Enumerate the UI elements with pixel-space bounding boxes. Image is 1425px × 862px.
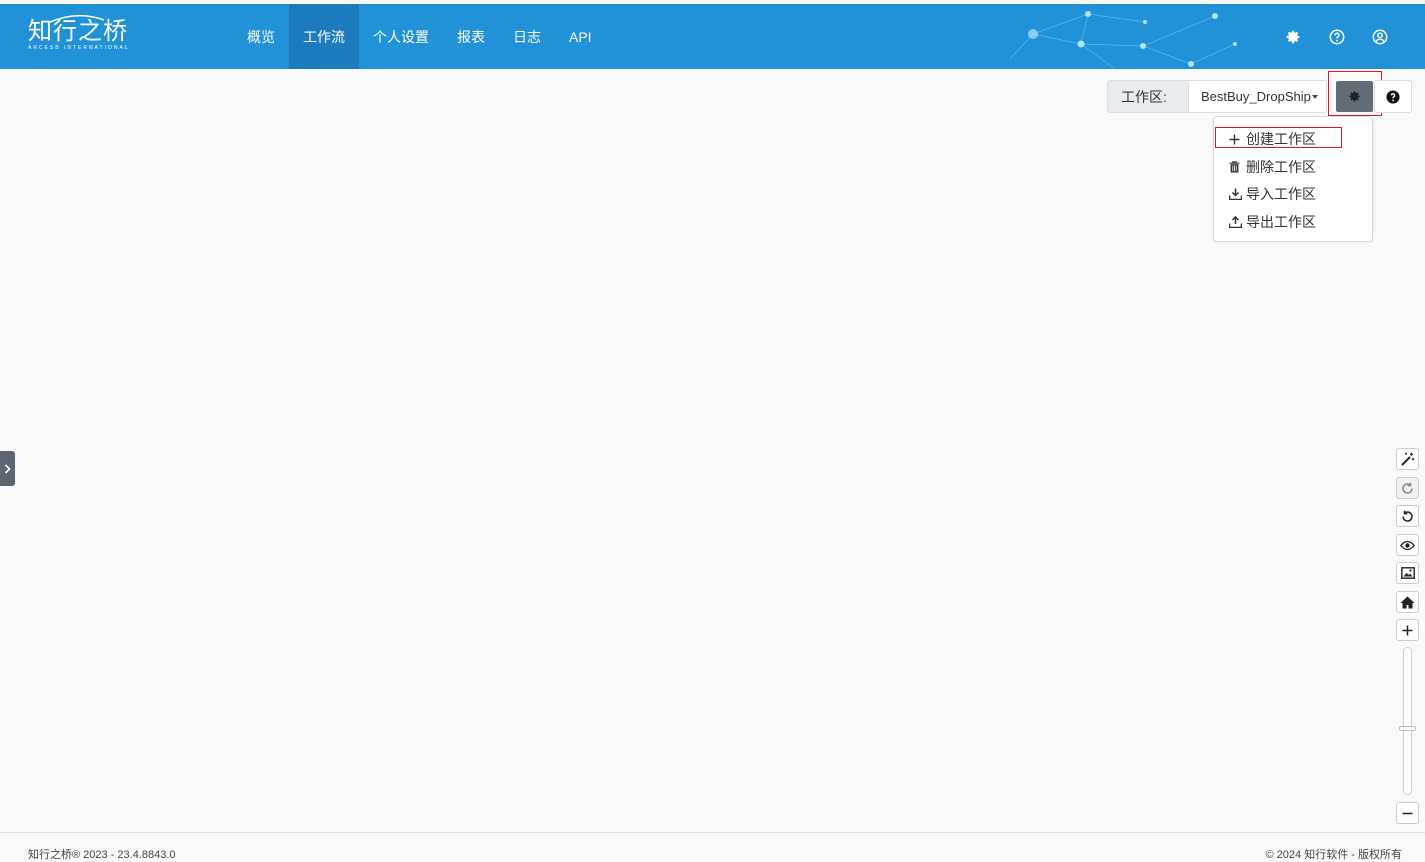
undo-icon xyxy=(1402,510,1413,522)
preview-button[interactable] xyxy=(1396,534,1419,556)
workspace-settings-button[interactable] xyxy=(1336,81,1373,112)
import-workspace-item[interactable]: 导入工作区 xyxy=(1229,184,1316,204)
copyright-text: © 2024 知行软件 - 版权所有 xyxy=(1265,849,1402,861)
zoom-out-icon xyxy=(1402,812,1413,814)
image-icon xyxy=(1400,567,1415,579)
magic-wand-icon xyxy=(1400,452,1414,466)
help-circle-icon[interactable] xyxy=(1328,28,1346,46)
workspace-help-button[interactable] xyxy=(1374,80,1412,113)
zoom-in-button[interactable] xyxy=(1396,619,1419,641)
gear-icon xyxy=(1349,91,1360,102)
zoom-slider-handle[interactable] xyxy=(1399,726,1416,731)
main-nav: 概览 工作流 个人设置 报表 日志 API xyxy=(233,4,606,69)
undo-button[interactable] xyxy=(1396,505,1419,527)
nav-workflow[interactable]: 工作流 xyxy=(289,4,359,69)
import-workspace-label: 导入工作区 xyxy=(1246,186,1316,202)
create-workspace-highlight xyxy=(1215,127,1342,148)
delete-workspace-item[interactable]: 删除工作区 xyxy=(1229,157,1316,177)
download-icon xyxy=(1229,188,1245,200)
question-circle-icon xyxy=(1386,89,1400,104)
version-text: 知行之桥® 2023 - 23.4.8843.0 xyxy=(28,849,176,861)
redo-button[interactable] xyxy=(1396,477,1419,499)
eye-icon xyxy=(1400,540,1415,550)
upload-icon xyxy=(1229,216,1245,228)
nav-personal-settings[interactable]: 个人设置 xyxy=(359,4,443,69)
zoom-in-icon xyxy=(1402,625,1413,635)
workspace-label: 工作区: xyxy=(1108,81,1189,112)
nav-overview[interactable]: 概览 xyxy=(233,4,289,69)
logo-subtext: ARCESB INTERNATIONAL xyxy=(28,45,130,51)
workspace-selector: 工作区: BestBuy_DropShip xyxy=(1107,80,1327,113)
zoom-out-button[interactable] xyxy=(1396,802,1419,824)
workspace-select[interactable]: BestBuy_DropShip xyxy=(1189,81,1326,112)
gear-icon[interactable] xyxy=(1284,28,1302,46)
nav-logs[interactable]: 日志 xyxy=(499,4,555,69)
export-workspace-label: 导出工作区 xyxy=(1246,214,1316,230)
workspace-selected-value: BestBuy_DropShip xyxy=(1201,89,1311,104)
footer: 知行之桥® 2023 - 23.4.8843.0 © 2024 知行软件 - 版… xyxy=(0,832,1425,862)
user-circle-icon[interactable] xyxy=(1371,28,1389,46)
auto-layout-button[interactable] xyxy=(1396,448,1419,470)
chevron-right-icon xyxy=(4,463,11,474)
zoom-slider[interactable] xyxy=(1403,647,1412,795)
export-image-button[interactable] xyxy=(1396,562,1419,584)
logo-arc xyxy=(47,14,105,24)
nav-reports[interactable]: 报表 xyxy=(443,4,499,69)
home-button[interactable] xyxy=(1396,591,1419,613)
export-workspace-item[interactable]: 导出工作区 xyxy=(1229,212,1316,232)
delete-workspace-label: 删除工作区 xyxy=(1246,159,1316,175)
redo-icon xyxy=(1402,482,1413,494)
nav-api[interactable]: API xyxy=(555,4,606,69)
logo[interactable]: 知行之桥 ARCESB INTERNATIONAL xyxy=(28,14,130,51)
network-graphic xyxy=(1009,11,1237,69)
expand-panel-button[interactable] xyxy=(0,451,15,486)
top-header: 知行之桥 ARCESB INTERNATIONAL 概览 工作流 个人设置 报表… xyxy=(0,4,1425,69)
caret-down-icon xyxy=(1312,95,1318,99)
trash-icon xyxy=(1229,161,1245,173)
home-icon xyxy=(1400,596,1415,608)
